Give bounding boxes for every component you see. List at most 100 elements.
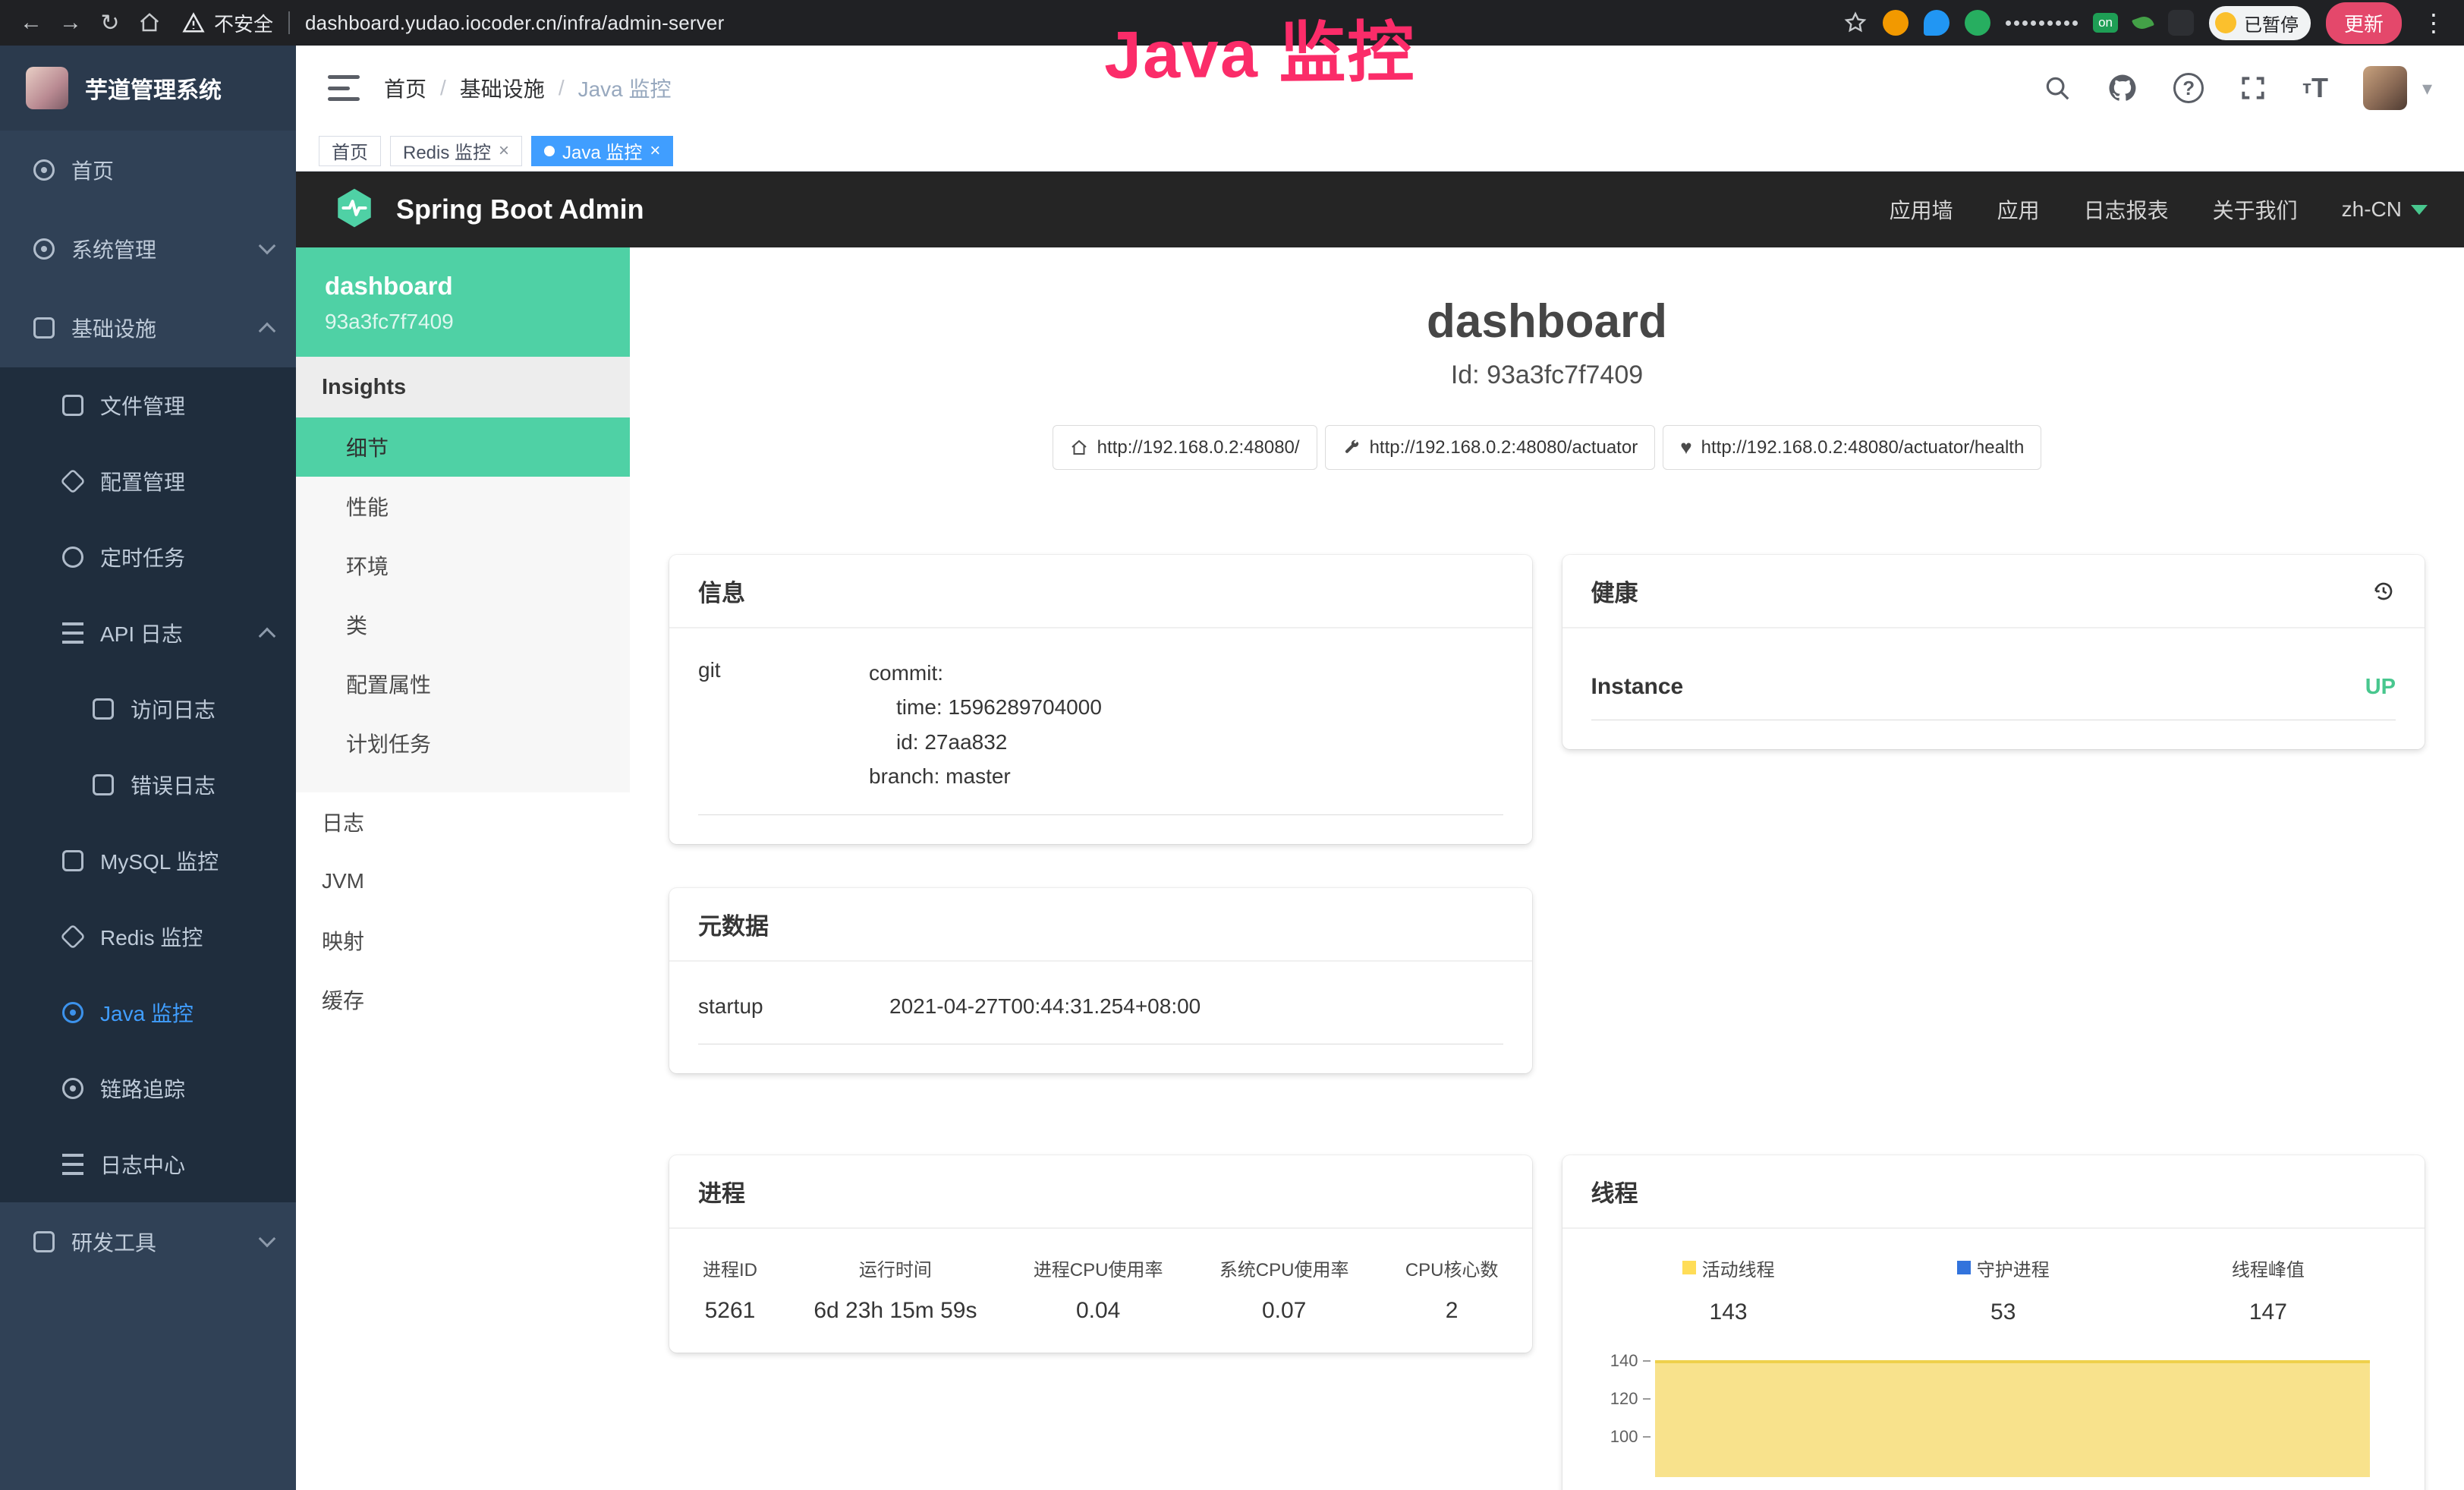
user-avatar[interactable] xyxy=(2363,66,2407,110)
git-id-line: id: 27aa832 xyxy=(869,725,1503,759)
extension-icon-dark[interactable] xyxy=(2168,10,2194,36)
url-text[interactable]: dashboard.yudao.iocoder.cn/infra/admin-s… xyxy=(305,11,724,35)
axis-tick: 100 xyxy=(1610,1427,1651,1447)
menu-item-logs[interactable]: 日志 xyxy=(296,792,630,852)
row-value: commit: time: 1596289704000 id: 27aa832 … xyxy=(869,656,1503,793)
sidebar-item-file-management[interactable]: 文件管理 xyxy=(0,367,296,443)
tag-home[interactable]: 首页 xyxy=(319,136,381,166)
sidebar-item-infrastructure[interactable]: 基础设施 xyxy=(0,288,296,367)
sidebar-item-label: 基础设施 xyxy=(71,313,244,343)
search-icon[interactable] xyxy=(2043,74,2072,102)
sidebar-item-label: 研发工具 xyxy=(71,1227,244,1257)
sidebar-item-error-logs[interactable]: 错误日志 xyxy=(0,747,296,823)
menu-item-caches[interactable]: 缓存 xyxy=(296,970,630,1029)
health-url-link[interactable]: ♥ http://192.168.0.2:48080/actuator/heal… xyxy=(1663,425,2041,470)
info-card-header: 信息 xyxy=(669,555,1532,628)
breadcrumb-home[interactable]: 首页 xyxy=(384,73,426,103)
sidebar-item-label: MySQL 监控 xyxy=(100,846,273,876)
legend-value: 143 xyxy=(1682,1299,1775,1325)
avatar-caret-icon[interactable]: ▾ xyxy=(2422,77,2432,100)
java-monitor-icon xyxy=(62,1002,83,1023)
service-url-link[interactable]: http://192.168.0.2:48080/ xyxy=(1053,425,1317,470)
sidebar-item-home[interactable]: 首页 xyxy=(0,131,296,209)
sidebar-item-api-logs[interactable]: API 日志 xyxy=(0,595,296,671)
menu-item-mappings[interactable]: 映射 xyxy=(296,911,630,970)
paused-extension-pill[interactable]: 已暂停 xyxy=(2209,6,2311,40)
stat-value: 6d 23h 15m 59s xyxy=(813,1298,977,1324)
sidebar-item-tracing[interactable]: 链路追踪 xyxy=(0,1051,296,1126)
sba-locale-select[interactable]: zh-CN xyxy=(2342,197,2428,222)
sidebar-item-system-management[interactable]: 系统管理 xyxy=(0,209,296,288)
help-icon[interactable]: ? xyxy=(2173,73,2204,103)
document-icon xyxy=(93,698,114,720)
menu-item-metrics[interactable]: 性能 xyxy=(296,477,630,536)
sidebar-item-dev-tools[interactable]: 研发工具 xyxy=(0,1202,296,1281)
extension-icon-leaf[interactable] xyxy=(2132,14,2154,32)
font-size-icon[interactable]: тT xyxy=(2302,72,2328,104)
menu-item-config-props[interactable]: 配置属性 xyxy=(296,654,630,713)
bookmark-star-icon[interactable] xyxy=(1843,11,1868,35)
app-logo-image xyxy=(26,67,68,109)
actuator-url-link[interactable]: http://192.168.0.2:48080/actuator xyxy=(1325,425,1656,470)
sidebar-item-label: Java 监控 xyxy=(100,997,273,1028)
app-logo-block[interactable]: 芋道管理系统 xyxy=(0,46,296,131)
close-icon[interactable]: × xyxy=(499,140,509,162)
extension-icon-green-circle[interactable] xyxy=(1965,10,1990,36)
stat-label: 系统CPU使用率 xyxy=(1219,1255,1349,1281)
sidebar-item-access-logs[interactable]: 访问日志 xyxy=(0,671,296,747)
collapse-sidebar-icon[interactable] xyxy=(328,75,360,101)
menu-item-jvm[interactable]: JVM xyxy=(296,852,630,911)
breadcrumb: 首页 / 基础设施 / Java 监控 xyxy=(384,73,672,103)
sba-detail-view: dashboard Id: 93a3fc7f7409 http://192.16… xyxy=(630,247,2464,1490)
browser-home-icon[interactable] xyxy=(132,5,167,40)
sba-nav-about[interactable]: 关于我们 xyxy=(2213,194,2298,225)
browser-menu-kebab-icon[interactable]: ⋮ xyxy=(2417,8,2450,37)
tag-redis-monitor[interactable]: Redis 监控 × xyxy=(390,136,522,166)
github-icon[interactable] xyxy=(2107,72,2138,104)
root-menu-group: 日志 JVM 映射 缓存 xyxy=(296,792,630,1029)
address-bar[interactable]: 不安全 dashboard.yudao.iocoder.cn/infra/adm… xyxy=(182,9,724,37)
sba-brand-title[interactable]: Spring Boot Admin xyxy=(396,194,644,225)
menu-item-classes[interactable]: 类 xyxy=(296,595,630,654)
breadcrumb-infrastructure[interactable]: 基础设施 xyxy=(460,73,545,103)
instance-header[interactable]: dashboard 93a3fc7f7409 xyxy=(296,247,630,357)
sba-nav-journal[interactable]: 日志报表 xyxy=(2084,194,2169,225)
instance-links: http://192.168.0.2:48080/ http://192.168… xyxy=(669,425,2425,470)
monitor-icon xyxy=(33,317,55,339)
close-icon[interactable]: × xyxy=(650,140,660,162)
refresh-icon[interactable]: ↻ xyxy=(93,5,127,40)
card-title: 元数据 xyxy=(698,907,769,941)
tag-label: Java 监控 xyxy=(562,137,642,164)
sidebar-item-redis-monitor[interactable]: Redis 监控 xyxy=(0,899,296,975)
history-icon[interactable] xyxy=(2371,579,2396,603)
process-stat-uptime: 运行时间 6d 23h 15m 59s xyxy=(813,1255,977,1324)
dashboard-gauge-icon xyxy=(33,159,55,181)
health-row-label: Instance xyxy=(1591,674,1684,700)
extension-icon-blue-drop[interactable] xyxy=(1924,10,1949,36)
browser-update-button[interactable]: 更新 xyxy=(2326,2,2402,44)
extension-icon-dot-grid[interactable] xyxy=(2006,20,2078,26)
tag-java-monitor[interactable]: Java 监控 × xyxy=(531,136,673,166)
legend-label: 线程峰值 xyxy=(2232,1255,2305,1281)
extension-icon-orange[interactable] xyxy=(1883,10,1909,36)
back-icon[interactable]: ← xyxy=(14,5,49,40)
card-title: 线程 xyxy=(1591,1174,1638,1208)
process-stat-process-cpu: 进程CPU使用率 0.04 xyxy=(1034,1255,1163,1324)
sba-nav-wallboard[interactable]: 应用墙 xyxy=(1890,194,1953,225)
sidebar-item-scheduled-tasks[interactable]: 定时任务 xyxy=(0,519,296,595)
forward-icon[interactable]: → xyxy=(53,5,88,40)
sidebar-item-java-monitor[interactable]: Java 监控 xyxy=(0,975,296,1051)
sidebar-item-label: 首页 xyxy=(71,155,273,185)
sba-nav-applications[interactable]: 应用 xyxy=(1997,194,2040,225)
sidebar-item-log-center[interactable]: 日志中心 xyxy=(0,1126,296,1202)
sidebar-item-config-management[interactable]: 配置管理 xyxy=(0,443,296,519)
menu-item-environment[interactable]: 环境 xyxy=(296,536,630,595)
threads-card-body: 活动线程 143 守护进程 xyxy=(1562,1229,2425,1490)
live-threads-swatch xyxy=(1682,1261,1696,1274)
fullscreen-icon[interactable] xyxy=(2239,74,2267,102)
card-title: 信息 xyxy=(698,574,745,608)
menu-item-scheduled-tasks[interactable]: 计划任务 xyxy=(296,713,630,773)
extension-icon-on-badge[interactable]: on xyxy=(2093,13,2118,33)
sidebar-item-mysql-monitor[interactable]: MySQL 监控 xyxy=(0,823,296,899)
menu-item-details[interactable]: 细节 xyxy=(296,417,630,477)
